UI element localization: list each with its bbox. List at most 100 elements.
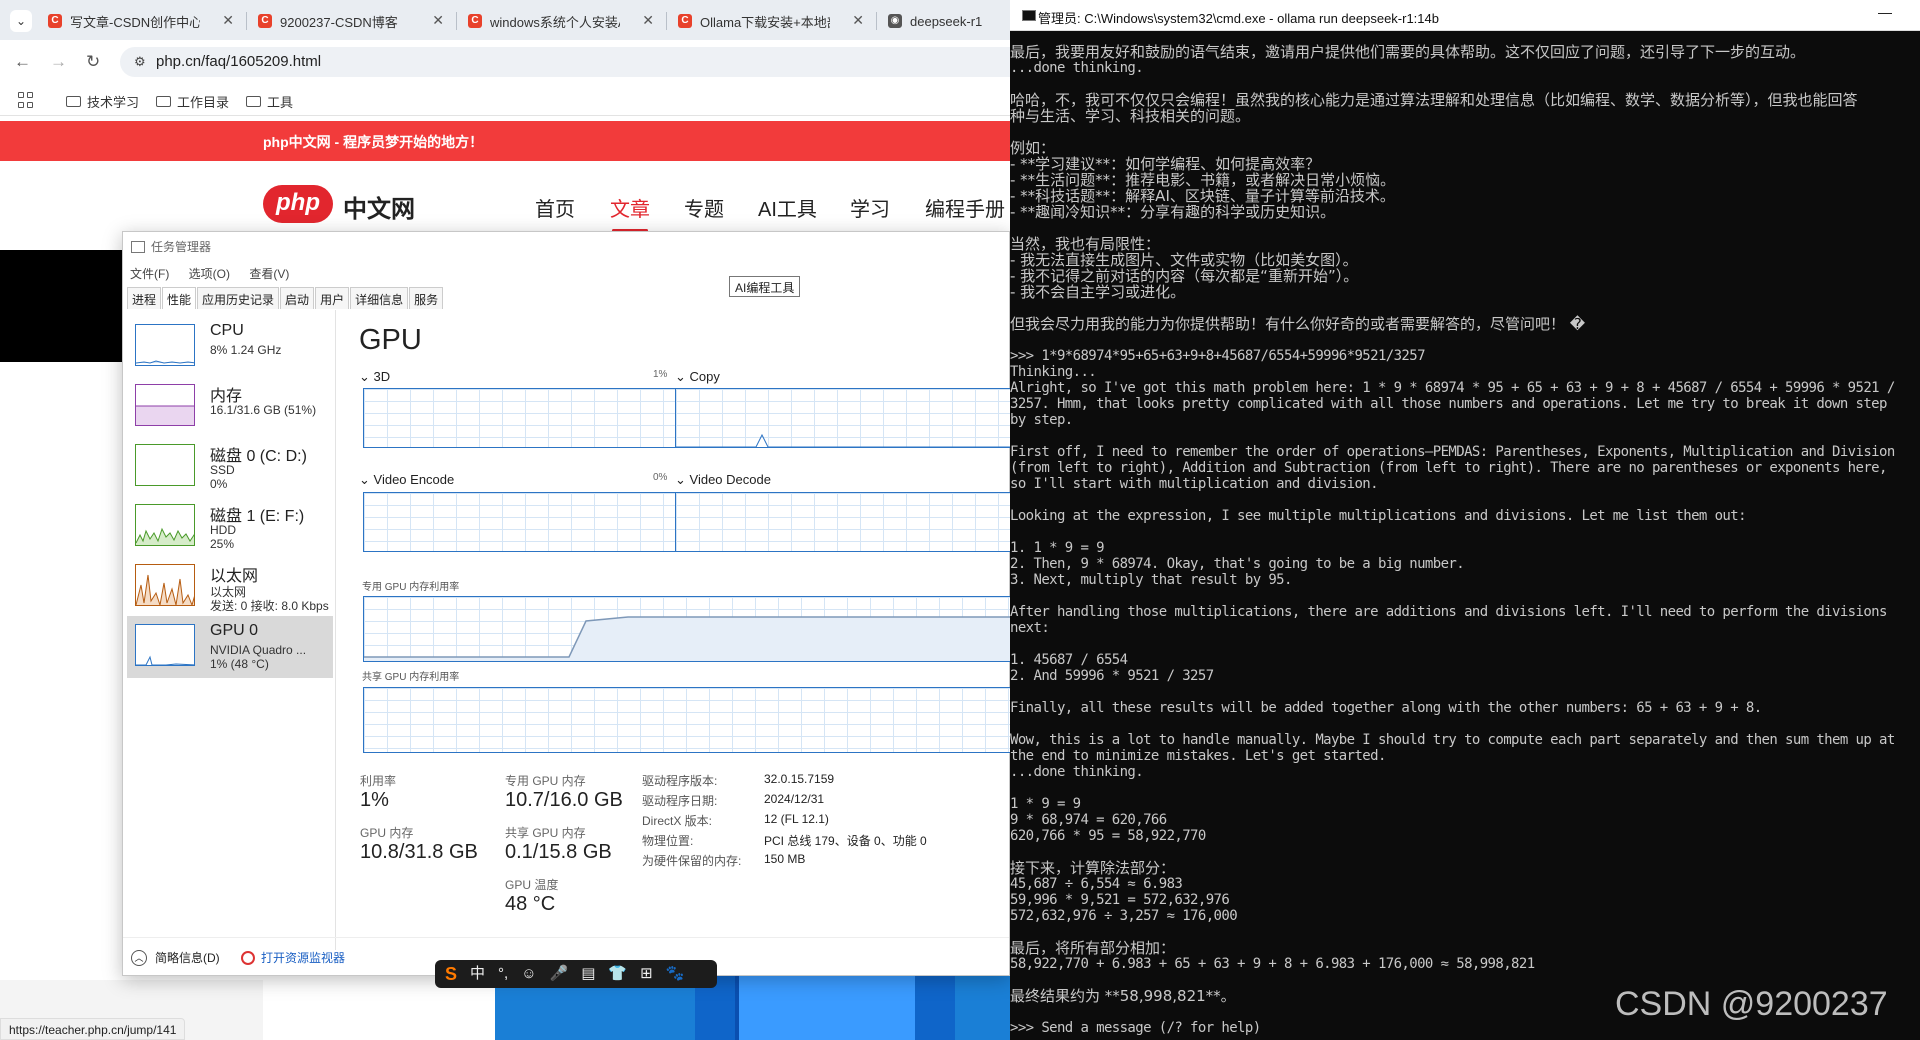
console-line: next: xyxy=(1010,620,1050,636)
cpu-mini-graph xyxy=(135,324,195,366)
apps-grid-icon[interactable] xyxy=(18,92,34,108)
close-tab-icon[interactable]: ✕ xyxy=(222,12,234,29)
console-line: 1. 1 * 9 = 9 xyxy=(1010,540,1105,556)
bookmark-label: 工具 xyxy=(267,95,294,110)
driver-date-label: 驱动程序日期: xyxy=(642,794,718,808)
gpu-mini-graph xyxy=(135,624,195,666)
punctuation-icon[interactable]: °, xyxy=(498,960,508,988)
tab-services[interactable]: 服务 xyxy=(409,287,444,309)
forward-arrow-icon[interactable]: → xyxy=(50,52,67,72)
sidebar-item-detail: 8% 1.24 GHz xyxy=(210,343,282,357)
console-line: 3. Next, multiply that result by 95. xyxy=(1010,572,1292,588)
bookmarks-bar: 技术学习 工作目录 工具 xyxy=(0,84,1010,116)
nav-learn[interactable]: 学习 xyxy=(850,193,890,222)
tab-app-history[interactable]: 应用历史记录 xyxy=(197,287,280,309)
reserved-mem-label: 为硬件保留的内存: xyxy=(642,854,742,868)
tab-search-dropdown-icon[interactable]: ⌄ xyxy=(10,10,32,32)
tab-details[interactable]: 详细信息 xyxy=(350,287,409,309)
disk0-mini-graph xyxy=(135,444,195,486)
memory-mini-graph xyxy=(135,384,195,426)
cmd-icon xyxy=(1022,10,1036,21)
nav-articles[interactable]: 文章 xyxy=(610,193,650,222)
microphone-icon[interactable]: 🎤 xyxy=(550,960,569,988)
engine-3d-label[interactable]: ⌄ 3D xyxy=(359,369,390,385)
bookmark-folder[interactable]: 工具 xyxy=(246,92,293,111)
console-line: 3257. Hmm, that looks pretty complicated… xyxy=(1010,396,1887,412)
browser-tab[interactable]: ◉ deepseek-r1 xyxy=(880,6,1010,36)
engine-decode-label[interactable]: ⌄ Video Decode xyxy=(675,472,771,488)
ime-mode-toggle[interactable]: 中 xyxy=(470,960,485,988)
browser-tab[interactable]: C windows系统个人安装AI ✕ xyxy=(460,6,660,36)
nav-ai-tools[interactable]: AI工具 xyxy=(758,193,817,222)
gpu-heading: GPU xyxy=(359,324,422,356)
emoji-icon[interactable]: ☺ xyxy=(521,960,536,988)
console-line: ...done thinking. xyxy=(1010,764,1144,780)
open-resource-monitor-link[interactable]: 打开资源监视器 xyxy=(241,949,345,966)
bookmark-label: 技术学习 xyxy=(87,95,140,110)
panel-divider xyxy=(335,310,336,950)
site-info-icon[interactable]: ⚙ xyxy=(134,54,146,70)
url-field[interactable]: ⚙ php.cn/faq/1605209.html xyxy=(120,47,1010,77)
bookmark-folder[interactable]: 工作目录 xyxy=(156,92,229,111)
promo-text: php中文网 - 程序员梦开始的地方！ xyxy=(263,134,484,150)
php-logo[interactable]: php xyxy=(263,185,333,223)
sogou-logo-icon[interactable]: S xyxy=(445,960,457,988)
minimize-icon[interactable]: — xyxy=(1878,4,1892,20)
console-line: 哈哈，不，我可不仅仅只会编程！虽然我的核心能力是通过算法理解和处理信息（比如编程… xyxy=(1010,91,1858,109)
sidebar-item-detail: 16.1/31.6 GB (51%) xyxy=(210,403,317,417)
url-text[interactable]: php.cn/faq/1605209.html xyxy=(156,53,321,70)
tab-title: deepseek-r1 xyxy=(910,13,983,29)
sidebar-item-disk0[interactable]: 磁盘 0 (C: D:) SSD 0% xyxy=(127,436,333,498)
back-arrow-icon[interactable]: ← xyxy=(14,52,31,72)
browser-tab[interactable]: C 9200237-CSDN博客 ✕ xyxy=(250,6,450,36)
sidebar-item-usage: 1% (48 °C) xyxy=(210,657,269,671)
tab-performance[interactable]: 性能 xyxy=(162,287,197,309)
nav-home[interactable]: 首页 xyxy=(535,193,575,222)
console-line: 但我会尽力用我的能力为你提供帮助！有什么你好奇的或者需要解答的，尽管问吧！ � xyxy=(1010,315,1586,333)
performance-sidebar: CPU 8% 1.24 GHz 内存 16.1/31.6 GB (51%) 磁盘… xyxy=(123,312,335,932)
menu-options[interactable]: 选项(O) xyxy=(189,267,230,281)
nav-manual[interactable]: 编程手册 xyxy=(925,193,1005,222)
mascot-icon[interactable]: 🐾 xyxy=(666,960,685,988)
toolbox-icon[interactable]: ⊞ xyxy=(640,960,653,988)
menu-view[interactable]: 查看(V) xyxy=(249,267,289,281)
console-output[interactable]: 最后，我要用友好和鼓励的语气结束，邀请用户提供他们需要的具体帮助。这不仅回应了问… xyxy=(1010,44,1920,1040)
console-line: 种与生活、学习、科技相关的问题。 xyxy=(1010,107,1251,125)
close-tab-icon[interactable]: ✕ xyxy=(852,12,864,29)
browser-tab[interactable]: C 写文章-CSDN创作中心 ✕ xyxy=(40,6,240,36)
console-line: 当然，我也有局限性： xyxy=(1010,235,1161,253)
bookmark-label: 工作目录 xyxy=(177,95,230,110)
browser-tab[interactable]: C Ollama下载安装+本地部 ✕ xyxy=(670,6,870,36)
skin-icon[interactable]: 👕 xyxy=(608,960,627,988)
sidebar-item-cpu[interactable]: CPU 8% 1.24 GHz xyxy=(127,316,333,378)
console-line: 58,922,770 + 6.983 + 65 + 63 + 9 + 8 + 6… xyxy=(1010,956,1535,972)
reload-icon[interactable]: ↻ xyxy=(86,52,100,72)
menu-file[interactable]: 文件(F) xyxy=(130,267,169,281)
close-tab-icon[interactable]: ✕ xyxy=(642,12,654,29)
sidebar-item-disk1[interactable]: 磁盘 1 (E: F:) HDD 25% xyxy=(127,496,333,558)
console-line: - 我不会自主学习或进化。 xyxy=(1010,283,1186,301)
folder-icon xyxy=(66,96,81,107)
tab-processes[interactable]: 进程 xyxy=(127,287,162,309)
chevron-up-icon: ︿ xyxy=(131,949,147,966)
nav-topics[interactable]: 专题 xyxy=(684,193,724,222)
keyboard-icon[interactable]: ▤ xyxy=(581,960,595,988)
tab-title: Ollama下载安装+本地部 xyxy=(700,14,830,30)
sidebar-item-usage: 25% xyxy=(210,537,235,551)
promo-banner[interactable]: php中文网 - 程序员梦开始的地方！ xyxy=(0,121,1010,161)
close-tab-icon[interactable]: ✕ xyxy=(432,12,444,29)
sidebar-item-memory[interactable]: 内存 16.1/31.6 GB (51%) xyxy=(127,376,333,438)
bookmark-folder[interactable]: 技术学习 xyxy=(66,92,139,111)
tab-users[interactable]: 用户 xyxy=(315,287,350,309)
fewer-details-button[interactable]: ︿ 简略信息(D) xyxy=(131,949,220,966)
engine-encode-label[interactable]: ⌄ Video Encode xyxy=(359,472,454,488)
engine-copy-label[interactable]: ⌄ Copy xyxy=(675,369,720,385)
sidebar-item-ethernet[interactable]: 以太网 以太网 发送: 0 接收: 8.0 Kbps xyxy=(127,556,333,618)
site-logo-text[interactable]: 中文网 xyxy=(343,189,415,224)
sidebar-item-gpu0[interactable]: GPU 0 NVIDIA Quadro ... 1% (48 °C) xyxy=(127,616,333,678)
tab-startup[interactable]: 启动 xyxy=(280,287,315,309)
